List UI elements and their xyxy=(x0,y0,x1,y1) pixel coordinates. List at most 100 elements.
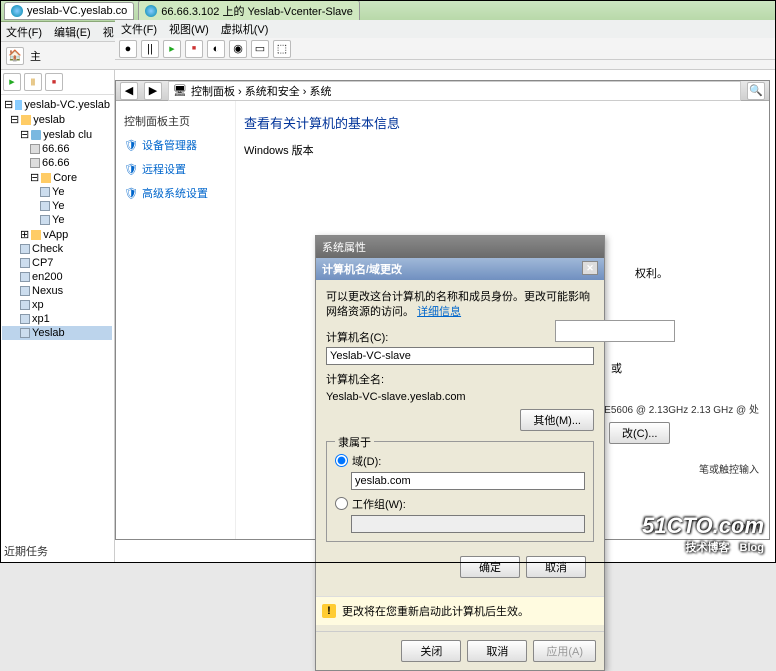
control-panel-nav: 控制面板主页 🛡设备管理器 🛡远程设置 🛡高级系统设置 xyxy=(116,101,236,539)
home-icon[interactable]: 🏠 xyxy=(6,47,24,65)
floppy-icon[interactable]: ▭ xyxy=(251,40,269,58)
tree-core[interactable]: ⊟ Core xyxy=(2,170,112,185)
back-icon[interactable]: ◀ xyxy=(120,82,138,100)
pause-icon[interactable]: || xyxy=(141,40,159,58)
menu-file[interactable]: 文件(F) xyxy=(6,24,42,40)
details-link[interactable]: 详细信息 xyxy=(417,306,461,318)
tree-vm[interactable]: Check xyxy=(2,242,112,256)
tree-vm[interactable]: xp xyxy=(2,298,112,312)
cpu-info: E5606 @ 2.13GHz 2.13 GHz @ 处 xyxy=(604,401,759,416)
menu-view[interactable]: 视 xyxy=(103,24,114,40)
search-icon[interactable]: 🔍 xyxy=(747,82,765,100)
shield-icon: 🛡 xyxy=(124,163,138,176)
outer-titlebar: yeslab-VC.yeslab.co 66.66.3.102 上的 Yesla… xyxy=(0,0,776,22)
stop-icon[interactable] xyxy=(45,73,63,91)
dialog-description: 可以更改这台计算机的名称和成员身份。更改可能影响网络资源的访问。 详细信息 xyxy=(326,290,594,321)
stop-icon[interactable] xyxy=(185,40,203,58)
console-menubar: 文件(F) 视图(W) 虚拟机(V) xyxy=(115,20,775,38)
tree-vm[interactable]: Ye xyxy=(2,185,112,199)
shield-icon: 🛡 xyxy=(124,187,138,200)
tree-vm[interactable]: Nexus xyxy=(2,284,112,298)
play-icon[interactable] xyxy=(3,73,21,91)
close-icon[interactable]: ✕ xyxy=(582,261,598,275)
restart-warning: ! 更改将在您重新启动此计算机后生效。 xyxy=(316,596,604,625)
globe-icon xyxy=(145,5,157,17)
computer-name-input[interactable] xyxy=(326,347,594,365)
tree-root[interactable]: ⊟ yeslab-VC.yeslab xyxy=(2,97,112,112)
shield-icon: 🛡 xyxy=(124,139,138,152)
tree-datacenter[interactable]: ⊟ yeslab xyxy=(2,112,112,127)
warning-icon: ! xyxy=(322,604,336,618)
tree-cluster[interactable]: ⊟ yeslab clu xyxy=(2,127,112,142)
domain-radio[interactable] xyxy=(335,454,348,467)
inventory-tree: ⊟ yeslab-VC.yeslab ⊟ yeslab ⊟ yeslab clu… xyxy=(0,95,114,342)
pause-icon[interactable] xyxy=(24,73,42,91)
member-of-group: 隶属于 域(D): 工作组(W): xyxy=(326,441,594,542)
tree-vm[interactable]: Ye xyxy=(2,213,112,227)
change-button[interactable]: 改(C)... xyxy=(609,422,670,444)
rights-text: 权利。 xyxy=(635,265,668,281)
tree-vm[interactable]: Ye xyxy=(2,199,112,213)
sysprops-titlebar[interactable]: 系统属性 xyxy=(316,236,604,258)
breadcrumb[interactable]: 🖥 控制面板 › 系统和安全 › 系统 xyxy=(168,81,741,101)
tree-vm-selected[interactable]: Yeslab xyxy=(2,326,112,340)
more-button[interactable]: 其他(M)... xyxy=(520,409,594,431)
forward-icon[interactable]: ▶ xyxy=(144,82,162,100)
menu-view[interactable]: 视图(W) xyxy=(169,21,209,37)
partial-text: 或 xyxy=(611,360,622,376)
tab-vcenter-slave[interactable]: 66.66.3.102 上的 Yeslab-Vcenter-Slave xyxy=(138,0,360,22)
input-info: 笔或触控输入 xyxy=(699,461,759,476)
cancel-button2[interactable]: 取消 xyxy=(467,640,527,662)
tree-host[interactable]: 66.66 xyxy=(2,156,112,170)
windows-edition-label: Windows 版本 xyxy=(244,142,761,158)
close-button[interactable]: 关闭 xyxy=(401,640,461,662)
nav-home[interactable]: 控制面板主页 xyxy=(124,109,227,133)
computer-name-label: 计算机名(C): xyxy=(326,329,594,345)
tree-host[interactable]: 66.66 xyxy=(2,142,112,156)
tree-vm[interactable]: en200 xyxy=(2,270,112,284)
inventory-sidebar: ⊟ yeslab-VC.yeslab ⊟ yeslab ⊟ yeslab clu… xyxy=(0,70,115,563)
nav-remote[interactable]: 🛡远程设置 xyxy=(124,157,227,181)
console-toolbar: ● || ◐ ◉ ▭ ⬚ xyxy=(115,38,775,60)
nav-advanced[interactable]: 🛡高级系统设置 xyxy=(124,181,227,205)
computer-icon: 🖥 xyxy=(173,84,187,97)
dialog-titlebar[interactable]: 计算机名/域更改 ✕ xyxy=(316,258,604,280)
system-heading: 查看有关计算机的基本信息 xyxy=(244,109,761,136)
workgroup-input xyxy=(351,515,585,533)
full-name-value: Yeslab-VC-slave.yeslab.com xyxy=(326,389,594,405)
workgroup-radio-label: 工作组(W): xyxy=(352,496,406,512)
computer-name-dialog: 系统属性 计算机名/域更改 ✕ 可以更改这台计算机的名称和成员身份。更改可能影响… xyxy=(315,235,605,671)
domain-input[interactable] xyxy=(351,472,585,490)
workgroup-radio[interactable] xyxy=(335,497,348,510)
full-name-label: 计算机全名: xyxy=(326,371,594,387)
tree-vm[interactable]: xp1 xyxy=(2,312,112,326)
menu-vm[interactable]: 虚拟机(V) xyxy=(221,21,269,37)
power-icon[interactable]: ● xyxy=(119,40,137,58)
tab-yeslab-vc[interactable]: yeslab-VC.yeslab.co xyxy=(4,2,134,20)
recent-tasks-label: 近期任务 xyxy=(4,543,48,559)
watermark-main: 51CTO.com xyxy=(642,513,764,539)
menu-edit[interactable]: 编辑(E) xyxy=(54,24,91,40)
cancel-button[interactable]: 取消 xyxy=(526,556,586,578)
partial-input[interactable] xyxy=(555,320,675,342)
menu-file[interactable]: 文件(F) xyxy=(121,21,157,37)
globe-icon xyxy=(11,5,23,17)
member-label: 隶属于 xyxy=(335,434,374,450)
tree-vapp[interactable]: ⊞ vApp xyxy=(2,227,112,242)
tree-vm[interactable]: CP7 xyxy=(2,256,112,270)
dialog-title: 系统属性 xyxy=(322,239,366,255)
net-icon[interactable]: ⬚ xyxy=(273,40,291,58)
dialog-title: 计算机名/域更改 xyxy=(322,261,402,277)
toolbar-label: 主 xyxy=(30,48,41,64)
nav-device-manager[interactable]: 🛡设备管理器 xyxy=(124,133,227,157)
tab-label: 66.66.3.102 上的 Yeslab-Vcenter-Slave xyxy=(161,3,353,19)
watermark: 51CTO.com 技术博客 Blog xyxy=(642,513,764,555)
ok-button[interactable]: 确定 xyxy=(460,556,520,578)
apply-button[interactable]: 应用(A) xyxy=(533,640,596,662)
domain-radio-label: 域(D): xyxy=(352,453,381,469)
tab-label: yeslab-VC.yeslab.co xyxy=(27,5,127,17)
snapshot-icon[interactable]: ◐ xyxy=(207,40,225,58)
cd-icon[interactable]: ◉ xyxy=(229,40,247,58)
play-icon[interactable] xyxy=(163,40,181,58)
content-area: 文件(F) 视图(W) 虚拟机(V) ● || ◐ ◉ ▭ ⬚ ◀ ▶ 🖥 xyxy=(115,70,776,563)
